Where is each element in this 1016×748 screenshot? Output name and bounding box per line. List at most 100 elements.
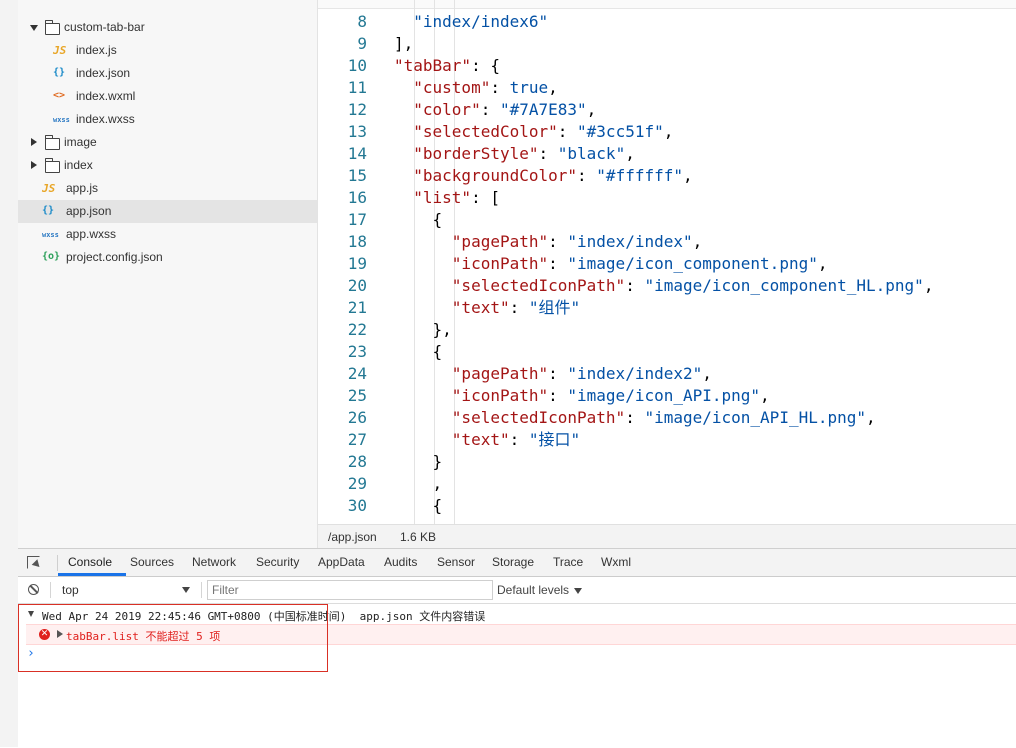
code-line[interactable]: 17 { <box>318 209 1016 231</box>
wxss-file-icon: wxss <box>53 116 70 124</box>
code-line[interactable]: 13 "selectedColor": "#3cc51f", <box>318 121 1016 143</box>
code-line[interactable]: 8 "index/index6" <box>318 11 1016 33</box>
code-line[interactable]: 25 "iconPath": "image/icon_API.png", <box>318 385 1016 407</box>
tab-security[interactable]: Security <box>256 555 299 569</box>
file-tree-item[interactable]: wxss index.wxss <box>18 108 317 131</box>
tab-wxml[interactable]: Wxml <box>601 555 631 569</box>
tab-console[interactable]: Console <box>68 555 112 569</box>
file-tree-item[interactable]: index <box>18 154 317 177</box>
file-tree-item[interactable]: custom-tab-bar <box>18 16 317 39</box>
divider <box>57 555 58 571</box>
code-line[interactable]: 19 "iconPath": "image/icon_component.png… <box>318 253 1016 275</box>
chevron-down-icon[interactable] <box>30 25 38 31</box>
code-line[interactable]: 11 "custom": true, <box>318 77 1016 99</box>
chevron-right-icon[interactable] <box>31 138 37 146</box>
code-line[interactable]: 29 , <box>318 473 1016 495</box>
chevron-right-icon[interactable] <box>31 161 37 169</box>
file-tree-item[interactable]: wxss app.wxss <box>18 223 317 246</box>
code-line[interactable]: 14 "borderStyle": "black", <box>318 143 1016 165</box>
wxss-file-icon: wxss <box>42 231 59 239</box>
code-line[interactable]: 21 "text": "组件" <box>318 297 1016 319</box>
code-text: { <box>394 342 443 361</box>
code-text: ], <box>394 34 414 53</box>
code-text: , <box>394 474 443 493</box>
code-line[interactable]: 20 "selectedIconPath": "image/icon_compo… <box>318 275 1016 297</box>
code-line[interactable]: 23 { <box>318 341 1016 363</box>
tab-trace[interactable]: Trace <box>553 555 583 569</box>
file-tree-item[interactable]: <> index.wxml <box>18 85 317 108</box>
line-number: 11 <box>347 78 367 97</box>
code-line[interactable]: 22 }, <box>318 319 1016 341</box>
line-number: 20 <box>347 276 367 295</box>
line-number: 15 <box>347 166 367 185</box>
line-number: 12 <box>347 100 367 119</box>
file-tree-item-label: index.js <box>76 43 117 57</box>
line-number: 30 <box>347 496 367 515</box>
code-text: }, <box>394 320 452 339</box>
line-number: 28 <box>347 452 367 471</box>
filter-input[interactable] <box>207 580 493 600</box>
code-line[interactable]: 28 } <box>318 451 1016 473</box>
code-text: "borderStyle": "black", <box>413 144 635 163</box>
line-number: 27 <box>347 430 367 449</box>
line-number: 19 <box>347 254 367 273</box>
file-tree-item[interactable]: JS index.js <box>18 39 317 62</box>
status-file-path: /app.json <box>328 530 377 544</box>
tab-sensor[interactable]: Sensor <box>437 555 475 569</box>
editor-scroll-shadow <box>318 0 1016 9</box>
line-number: 18 <box>347 232 367 251</box>
file-tree-item-label: custom-tab-bar <box>64 20 145 34</box>
log-levels-dropdown[interactable]: Default levels <box>497 583 583 597</box>
log-levels-label: Default levels <box>497 583 570 597</box>
clear-console-icon[interactable] <box>28 584 39 595</box>
divider <box>201 582 202 598</box>
chevron-down-icon <box>574 587 583 594</box>
code-editor[interactable]: 8 "index/index6" 9], 10 "tabBar": {11 "cust… <box>318 0 1016 524</box>
code-text: "selectedIconPath": "image/icon_componen… <box>451 276 934 295</box>
active-tab-indicator <box>58 573 126 576</box>
folder-open-icon <box>45 20 60 35</box>
line-number: 24 <box>347 364 367 383</box>
tab-appdata[interactable]: AppData <box>318 555 365 569</box>
file-tree-item[interactable]: {} app.json <box>18 200 317 223</box>
json-file-icon: {} <box>53 67 66 78</box>
tab-audits[interactable]: Audits <box>384 555 417 569</box>
console-filter-bar: top Default levels <box>18 577 1016 604</box>
tab-storage[interactable]: Storage <box>492 555 534 569</box>
line-number: 25 <box>347 386 367 405</box>
tab-sources[interactable]: Sources <box>130 555 174 569</box>
code-line[interactable]: 16 "list": [ <box>318 187 1016 209</box>
code-text: "text": "组件" <box>451 298 581 317</box>
chevron-down-icon[interactable] <box>182 587 190 593</box>
line-number: 14 <box>347 144 367 163</box>
code-line[interactable]: 12 "color": "#7A7E83", <box>318 99 1016 121</box>
file-tree-item[interactable]: {o} project.config.json <box>18 246 317 269</box>
file-tree-item[interactable]: JS app.js <box>18 177 317 200</box>
line-number: 16 <box>347 188 367 207</box>
file-tree-item[interactable]: {} index.json <box>18 62 317 85</box>
inspect-element-icon[interactable] <box>27 556 40 569</box>
file-tree-item-label: app.wxss <box>66 227 117 241</box>
code-text: { <box>394 496 443 515</box>
line-number: 17 <box>347 210 367 229</box>
code-line[interactable]: 27 "text": "接口" <box>318 429 1016 451</box>
tab-network[interactable]: Network <box>192 555 236 569</box>
context-selector[interactable]: top <box>62 583 79 597</box>
line-number: 26 <box>347 408 367 427</box>
code-line[interactable]: 18 "pagePath": "index/index", <box>318 231 1016 253</box>
file-tree-item[interactable]: image <box>18 131 317 154</box>
file-tree-item-label: app.json <box>66 204 112 218</box>
code-line[interactable]: 24 "pagePath": "index/index2", <box>318 363 1016 385</box>
code-text: "pagePath": "index/index", <box>451 232 703 251</box>
js-file-icon: JS <box>53 44 67 57</box>
code-line[interactable]: 26 "selectedIconPath": "image/icon_API_H… <box>318 407 1016 429</box>
code-line[interactable]: 15 "backgroundColor": "#ffffff", <box>318 165 1016 187</box>
line-number: 22 <box>347 320 367 339</box>
file-tree-item-label: index <box>64 158 93 172</box>
code-text: "tabBar": { <box>394 56 500 75</box>
code-line[interactable]: 10 "tabBar": { <box>318 55 1016 77</box>
code-text: "iconPath": "image/icon_component.png", <box>451 254 828 273</box>
console-output: Wed Apr 24 2019 22:45:46 GMT+0800 (中国标准时… <box>18 604 1016 748</box>
code-line[interactable]: 9], <box>318 33 1016 55</box>
code-line[interactable]: 30 { <box>318 495 1016 517</box>
